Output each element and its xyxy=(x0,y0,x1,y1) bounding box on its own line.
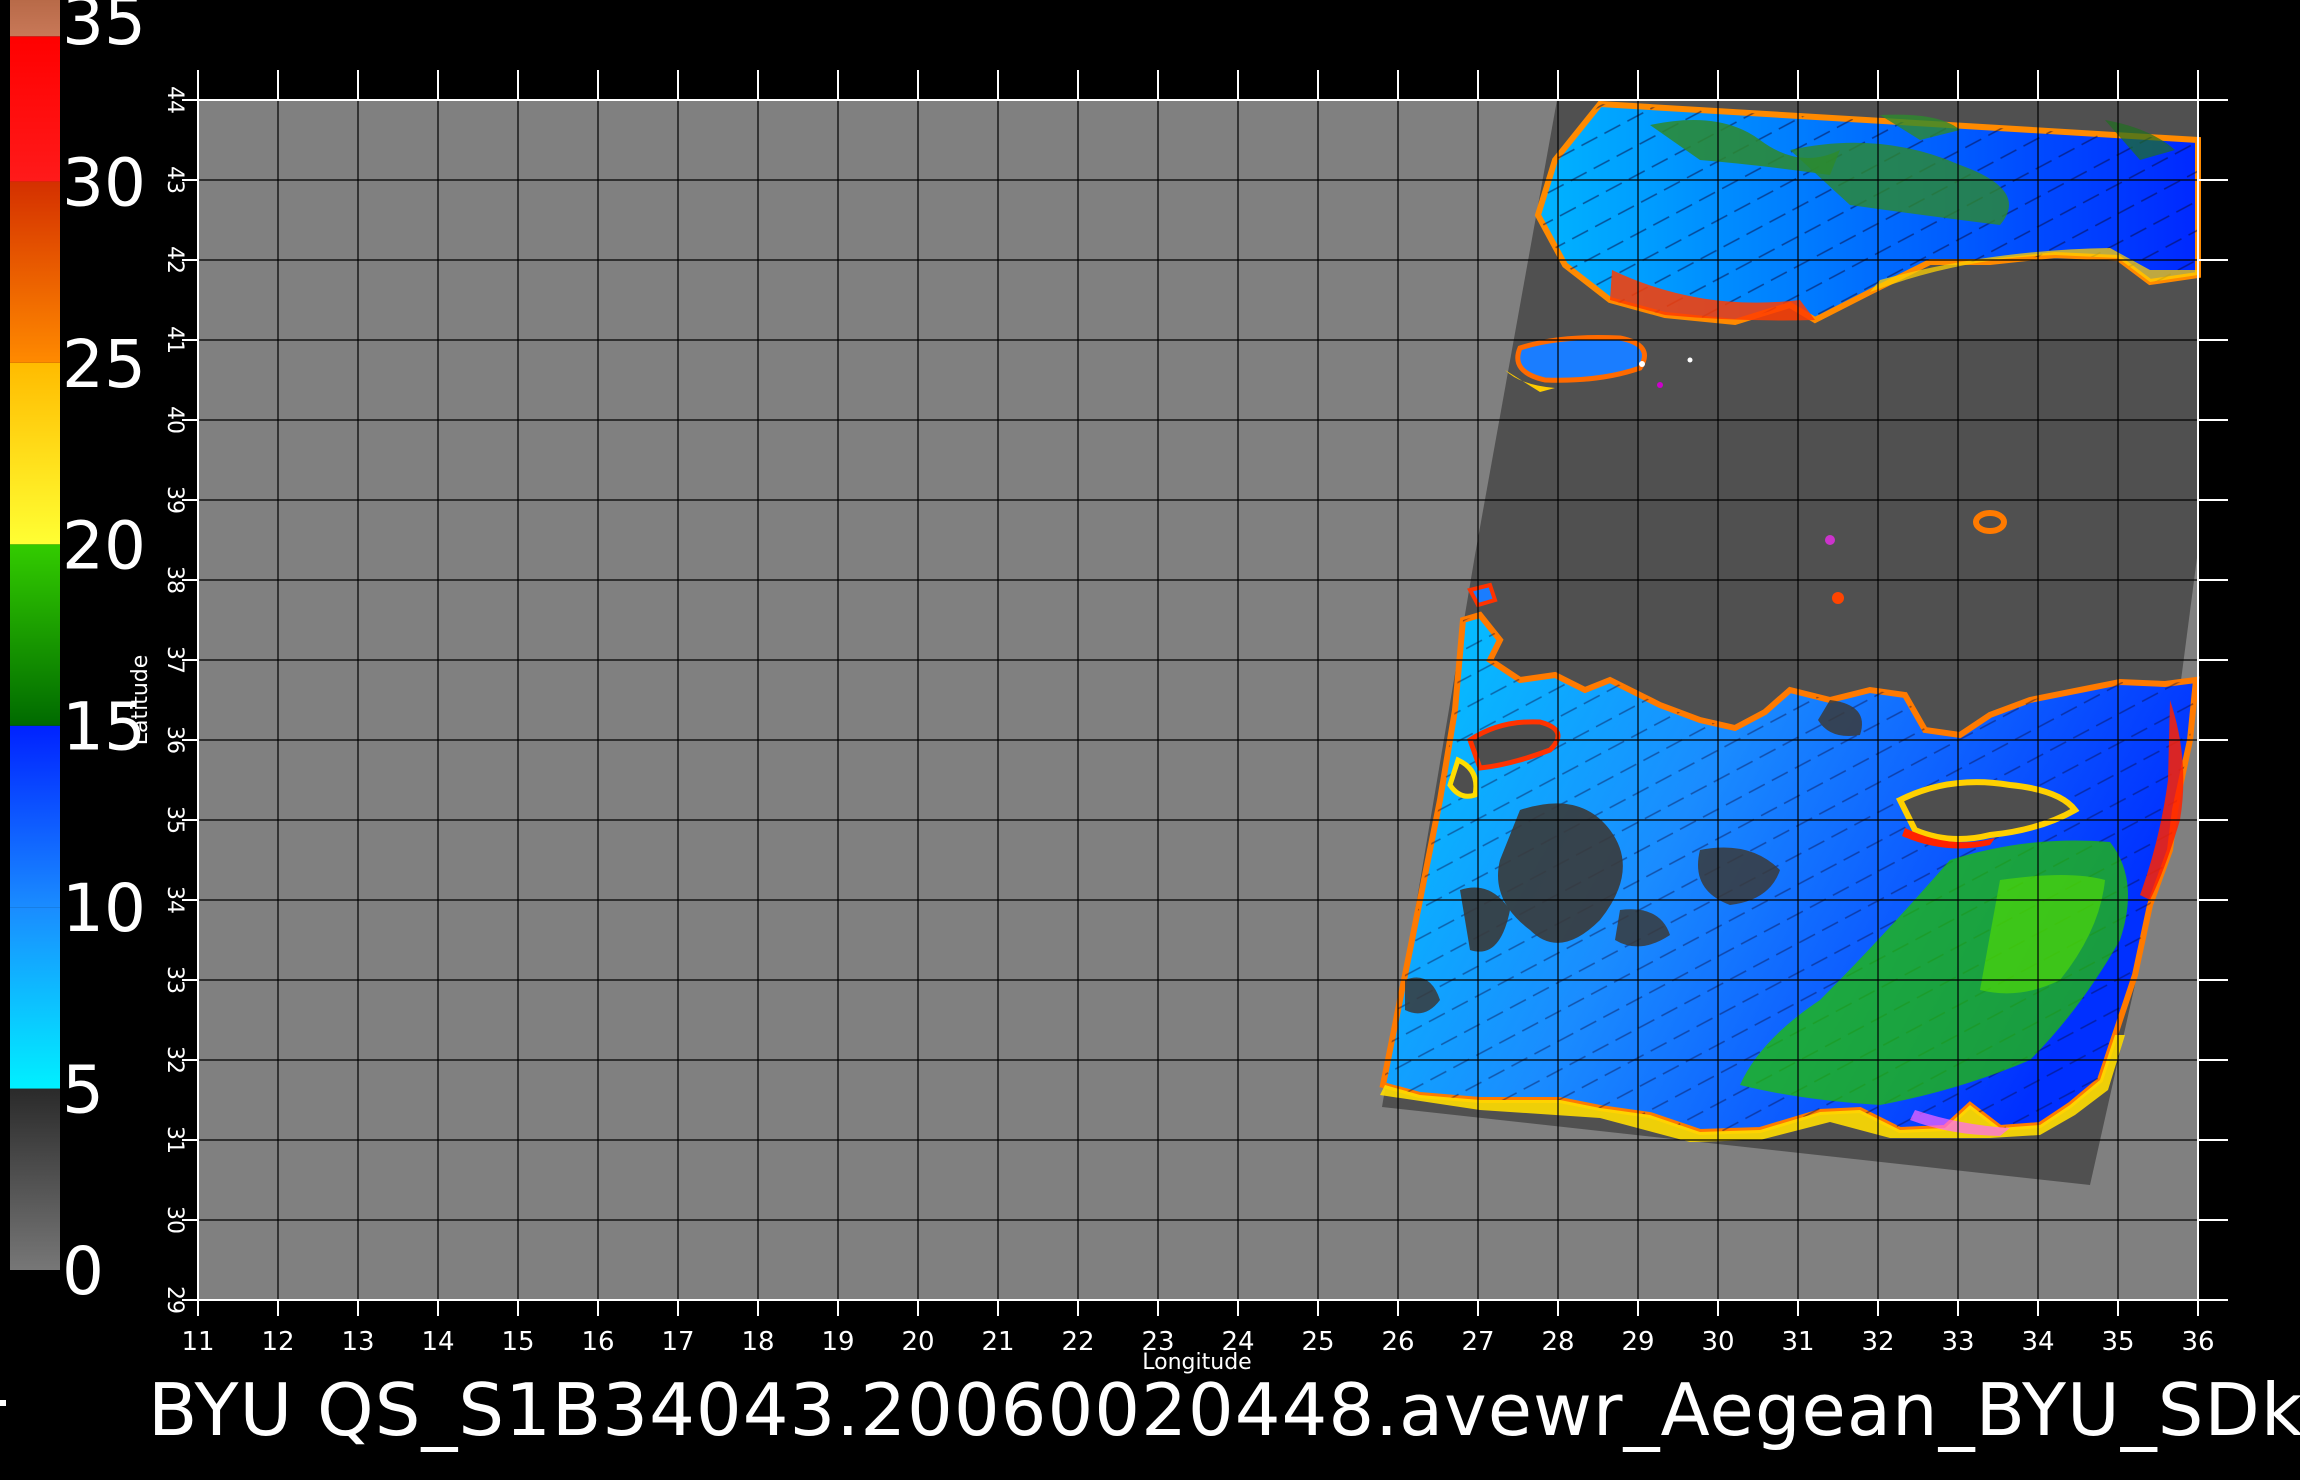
colorbar-band xyxy=(10,544,60,726)
colorbar-label: 5 xyxy=(62,1052,104,1129)
lon-tick-label: 22 xyxy=(1061,1327,1094,1357)
lat-tick-label: 37 xyxy=(162,646,187,674)
lat-tick-label: 33 xyxy=(162,966,187,994)
edge-mark xyxy=(0,1400,6,1406)
colorbar-band xyxy=(10,362,60,545)
lat-tick-label: 41 xyxy=(162,326,187,354)
lat-tick-label: 38 xyxy=(162,566,187,594)
colorbar-band xyxy=(10,36,60,182)
colorbar-label: 30 xyxy=(62,144,146,221)
lon-tick-label: 30 xyxy=(1701,1327,1734,1357)
lat-tick-label: 32 xyxy=(162,1046,187,1074)
colorbar-label: 35 xyxy=(62,0,146,60)
lon-tick-label: 36 xyxy=(2181,1327,2214,1357)
lon-tick-label: 34 xyxy=(2021,1327,2054,1357)
lat-tick-label: 30 xyxy=(162,1206,187,1234)
lat-tick-label: 44 xyxy=(162,86,187,114)
lat-tick-label: 43 xyxy=(162,166,187,194)
wind-map-figure: 0 5 10 15 20 25 30 35 11 12 13 14 15 16 17 18 1… xyxy=(10,0,2228,1375)
colorbar-band xyxy=(10,0,60,37)
colorbar-label: 25 xyxy=(62,326,146,403)
lon-tick-label: 16 xyxy=(581,1327,614,1357)
lon-tick-label: 25 xyxy=(1301,1327,1334,1357)
lon-tick-label: 29 xyxy=(1621,1327,1654,1357)
lon-tick-label: 32 xyxy=(1861,1327,1894,1357)
lat-tick-label: 35 xyxy=(162,806,187,834)
lat-tick-label: 42 xyxy=(162,246,187,274)
lon-tick-label: 21 xyxy=(981,1327,1014,1357)
lon-tick-label: 17 xyxy=(661,1327,694,1357)
map-panel: 11 12 13 14 15 16 17 18 19 20 21 22 23 24 25 26 27 28 29 30… xyxy=(162,70,2228,1357)
colorbar-band xyxy=(10,907,60,1089)
lat-tick-label: 34 xyxy=(162,886,187,914)
colorbar-label: 0 xyxy=(62,1233,104,1310)
lat-tick-label: 40 xyxy=(162,406,187,434)
lon-tick-label: 26 xyxy=(1381,1327,1414,1357)
mediterranean-winds xyxy=(1379,611,2200,1142)
lon-tick-label: 31 xyxy=(1781,1327,1814,1357)
lon-tick-label: 14 xyxy=(421,1327,454,1357)
lat-tick-label: 31 xyxy=(162,1126,187,1154)
colorbar-band xyxy=(10,1088,60,1270)
colorbar-label: 20 xyxy=(62,507,146,584)
colorbar-band xyxy=(10,725,60,908)
lon-tick-label: 12 xyxy=(261,1327,294,1357)
lon-tick-label: 11 xyxy=(181,1327,214,1357)
y-axis-label: Latitude xyxy=(128,655,153,746)
lon-tick-label: 27 xyxy=(1461,1327,1494,1357)
image-caption: BYU QS_S1B34043.20060020448.avewr_Aegean… xyxy=(148,1368,2300,1452)
lon-tick-label: 20 xyxy=(901,1327,934,1357)
colorbar-band xyxy=(10,181,60,363)
lat-tick-label: 39 xyxy=(162,486,187,514)
lon-tick-label: 18 xyxy=(741,1327,774,1357)
lon-tick-label: 28 xyxy=(1541,1327,1574,1357)
lon-tick-label: 35 xyxy=(2101,1327,2134,1357)
lon-tick-label: 33 xyxy=(1941,1327,1974,1357)
lon-tick-label: 13 xyxy=(341,1327,374,1357)
lon-tick-label: 15 xyxy=(501,1327,534,1357)
lat-tick-label: 36 xyxy=(162,726,187,754)
lon-tick-label: 19 xyxy=(821,1327,854,1357)
colorbar-label: 10 xyxy=(62,870,146,947)
colorbar: 05101520253035 xyxy=(10,0,146,1310)
